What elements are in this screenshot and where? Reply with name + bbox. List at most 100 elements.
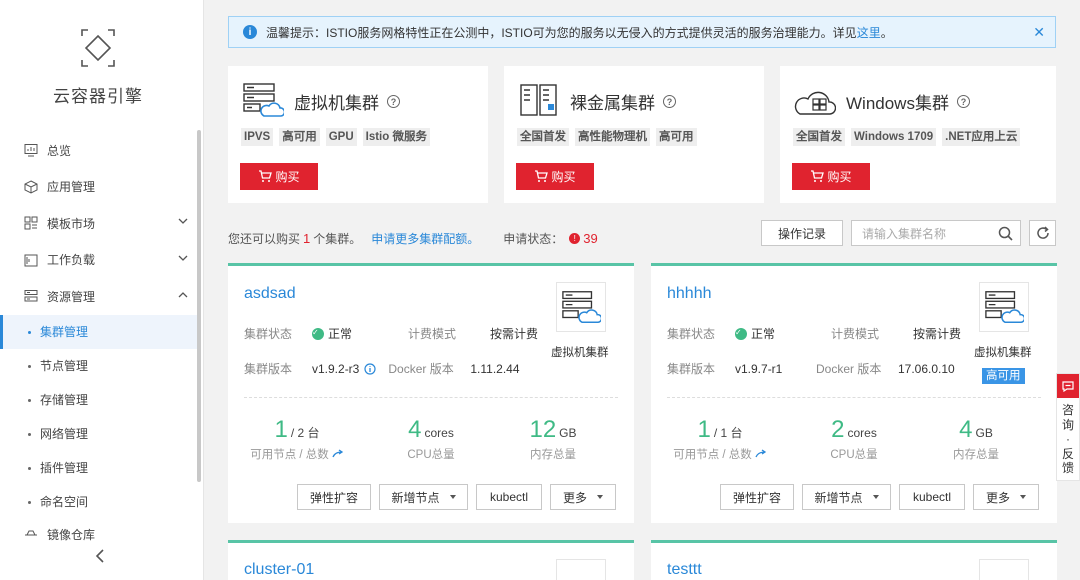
nodes-label: 可用节点 / 总数 xyxy=(250,449,329,461)
status-value: 正常 xyxy=(328,327,353,341)
buy-button[interactable]: 购买 xyxy=(792,163,870,190)
help-icon[interactable]: ? xyxy=(387,95,400,108)
operation-log-button[interactable]: 操作记录 xyxy=(761,220,843,246)
product-tags: 全国首发 Windows 1709 .NET应用上云 xyxy=(793,128,1021,146)
kubectl-button[interactable]: kubectl xyxy=(476,484,542,510)
sidebar-item-overview[interactable]: 总览 xyxy=(0,132,200,169)
cluster-search-input[interactable]: 请输入集群名称 xyxy=(851,220,1021,246)
sidebar-subitem-nodes[interactable]: 节点管理 xyxy=(0,349,200,383)
product-tags: IPVS 高可用 GPU Istio 微服务 xyxy=(241,128,430,146)
docker-value: 17.06.0.10 xyxy=(898,361,955,376)
kubectl-button[interactable]: kubectl xyxy=(899,484,965,510)
sidebar-item-label: 总览 xyxy=(47,143,72,158)
billing-value: 按需计费 xyxy=(913,327,962,341)
nodes-total: / 1 台 xyxy=(713,426,743,440)
buy-button-label: 购买 xyxy=(275,170,300,184)
close-icon[interactable]: ✕ xyxy=(1033,24,1045,41)
arrow-right-icon[interactable] xyxy=(755,449,767,459)
chevron-down-icon xyxy=(178,218,188,224)
cluster-name[interactable]: cluster-01 xyxy=(244,561,314,579)
cluster-status-row: 集群状态 ✓ 正常 计费模式 按需计费 xyxy=(667,325,961,342)
sidebar-subitem-namespaces[interactable]: 命名空间 xyxy=(0,485,200,519)
sidebar-subitem-clusters[interactable]: 集群管理 xyxy=(0,314,200,349)
help-icon[interactable]: ? xyxy=(663,95,676,108)
sidebar-item-apps[interactable]: 应用管理 xyxy=(0,169,200,206)
memory-unit: GB xyxy=(975,426,993,440)
nodes-label: 可用节点 / 总数 xyxy=(673,449,752,461)
search-placeholder: 请输入集群名称 xyxy=(862,226,947,241)
arrow-right-icon[interactable] xyxy=(332,449,344,459)
add-node-button[interactable]: 新增节点 xyxy=(802,484,891,510)
collapse-sidebar-icon[interactable] xyxy=(92,548,108,564)
server-icon xyxy=(24,289,38,303)
cpu-label: CPU总量 xyxy=(830,449,878,461)
notice-end: 。 xyxy=(880,25,893,40)
status-value: 正常 xyxy=(751,327,776,341)
apply-status-count[interactable]: 39 xyxy=(583,231,597,246)
vm-cluster-type-icon xyxy=(556,559,606,580)
sidebar-item-image-repo[interactable]: 镜像仓库 xyxy=(24,527,95,541)
more-button[interactable]: 更多 xyxy=(973,484,1039,510)
chat-icon xyxy=(1057,374,1079,398)
cpu-label: CPU总量 xyxy=(407,449,455,461)
sidebar-subitem-plugins[interactable]: 插件管理 xyxy=(0,451,200,485)
card-divider xyxy=(244,397,618,398)
product-tag: 高性能物理机 xyxy=(575,128,650,146)
info-circle-icon[interactable] xyxy=(364,362,376,375)
cluster-card: testtt xyxy=(651,540,1057,580)
cluster-type-label: 虚拟机集群 xyxy=(551,347,609,359)
cluster-name[interactable]: asdsad xyxy=(244,285,296,303)
sidebar-subitem-storage[interactable]: 存储管理 xyxy=(0,383,200,417)
sidebar-subitem-network[interactable]: 网络管理 xyxy=(0,417,200,451)
buy-button[interactable]: 购买 xyxy=(240,163,318,190)
search-icon[interactable] xyxy=(998,226,1013,241)
version-value: v1.9.2-r3 xyxy=(312,361,360,376)
cluster-type-label: 虚拟机集群 xyxy=(974,347,1032,359)
product-tag: .NET应用上云 xyxy=(942,128,1021,146)
notice-banner: i 温馨提示：ISTIO服务网格特性正在公测中，ISTIO可为您的服务以无侵入的… xyxy=(228,16,1056,48)
sidebar-scrollbar[interactable] xyxy=(197,130,201,482)
cluster-status-row: 集群状态 ✓ 正常 计费模式 按需计费 xyxy=(244,325,538,342)
refresh-button[interactable] xyxy=(1029,220,1056,246)
sidebar-item-workloads[interactable]: 工作负载 xyxy=(0,242,200,279)
memory-label: 内存总量 xyxy=(953,449,999,461)
product-title: 虚拟机集群? xyxy=(294,89,400,114)
quota-status: 您还可以购买 1 个集群。 申请更多集群配额。 申请状态： ! 39 xyxy=(228,230,598,247)
check-icon: ✓ xyxy=(312,327,324,340)
buy-button[interactable]: 购买 xyxy=(516,163,594,190)
status-label: 集群状态 xyxy=(667,327,716,341)
sidebar-item-templates[interactable]: 模板市场 xyxy=(0,205,200,242)
scale-button[interactable]: 弹性扩容 xyxy=(720,484,794,510)
sidebar-item-label: 应用管理 xyxy=(47,180,96,195)
baremetal-cluster-icon xyxy=(520,84,557,116)
version-label: 集群版本 xyxy=(244,362,293,376)
sidebar-item-resources[interactable]: 资源管理 xyxy=(0,278,200,315)
cluster-name[interactable]: testtt xyxy=(667,561,702,579)
product-tag: GPU xyxy=(325,128,357,146)
more-button[interactable]: 更多 xyxy=(550,484,616,510)
scale-button[interactable]: 弹性扩容 xyxy=(297,484,371,510)
docker-value: 1.11.2.44 xyxy=(470,361,520,376)
dashboard-icon xyxy=(24,143,38,157)
notice-link[interactable]: 这里 xyxy=(857,24,881,41)
cpu-value: 4 xyxy=(408,416,422,443)
help-icon[interactable]: ? xyxy=(956,95,970,108)
product-tag: 高可用 xyxy=(656,128,697,146)
image-repo-icon xyxy=(24,527,38,541)
caret-down-icon xyxy=(449,495,456,499)
product-title-text: 裸金属集群 xyxy=(570,94,655,113)
product-tag: 全国首发 xyxy=(517,128,569,146)
product-card-baremetal: 裸金属集群? 全国首发 高性能物理机 高可用 购买 xyxy=(504,66,764,203)
feedback-widget[interactable]: 咨询·反馈 xyxy=(1056,373,1080,481)
feedback-text: 咨询·反馈 xyxy=(1061,403,1074,475)
add-node-button[interactable]: 新增节点 xyxy=(379,484,468,510)
billing-label: 计费模式 xyxy=(408,327,457,341)
cluster-name[interactable]: hhhhh xyxy=(667,285,712,303)
quota-count: 1 xyxy=(303,231,311,246)
cpu-stat: 2 cores CPU总量 xyxy=(789,416,919,462)
buy-button-label: 购买 xyxy=(827,170,852,184)
apply-quota-link[interactable]: 申请更多集群配额。 xyxy=(371,230,479,247)
vm-cluster-icon xyxy=(243,83,284,117)
sidebar-item-label: 工作负载 xyxy=(47,253,96,268)
memory-value: 4 xyxy=(959,416,973,443)
